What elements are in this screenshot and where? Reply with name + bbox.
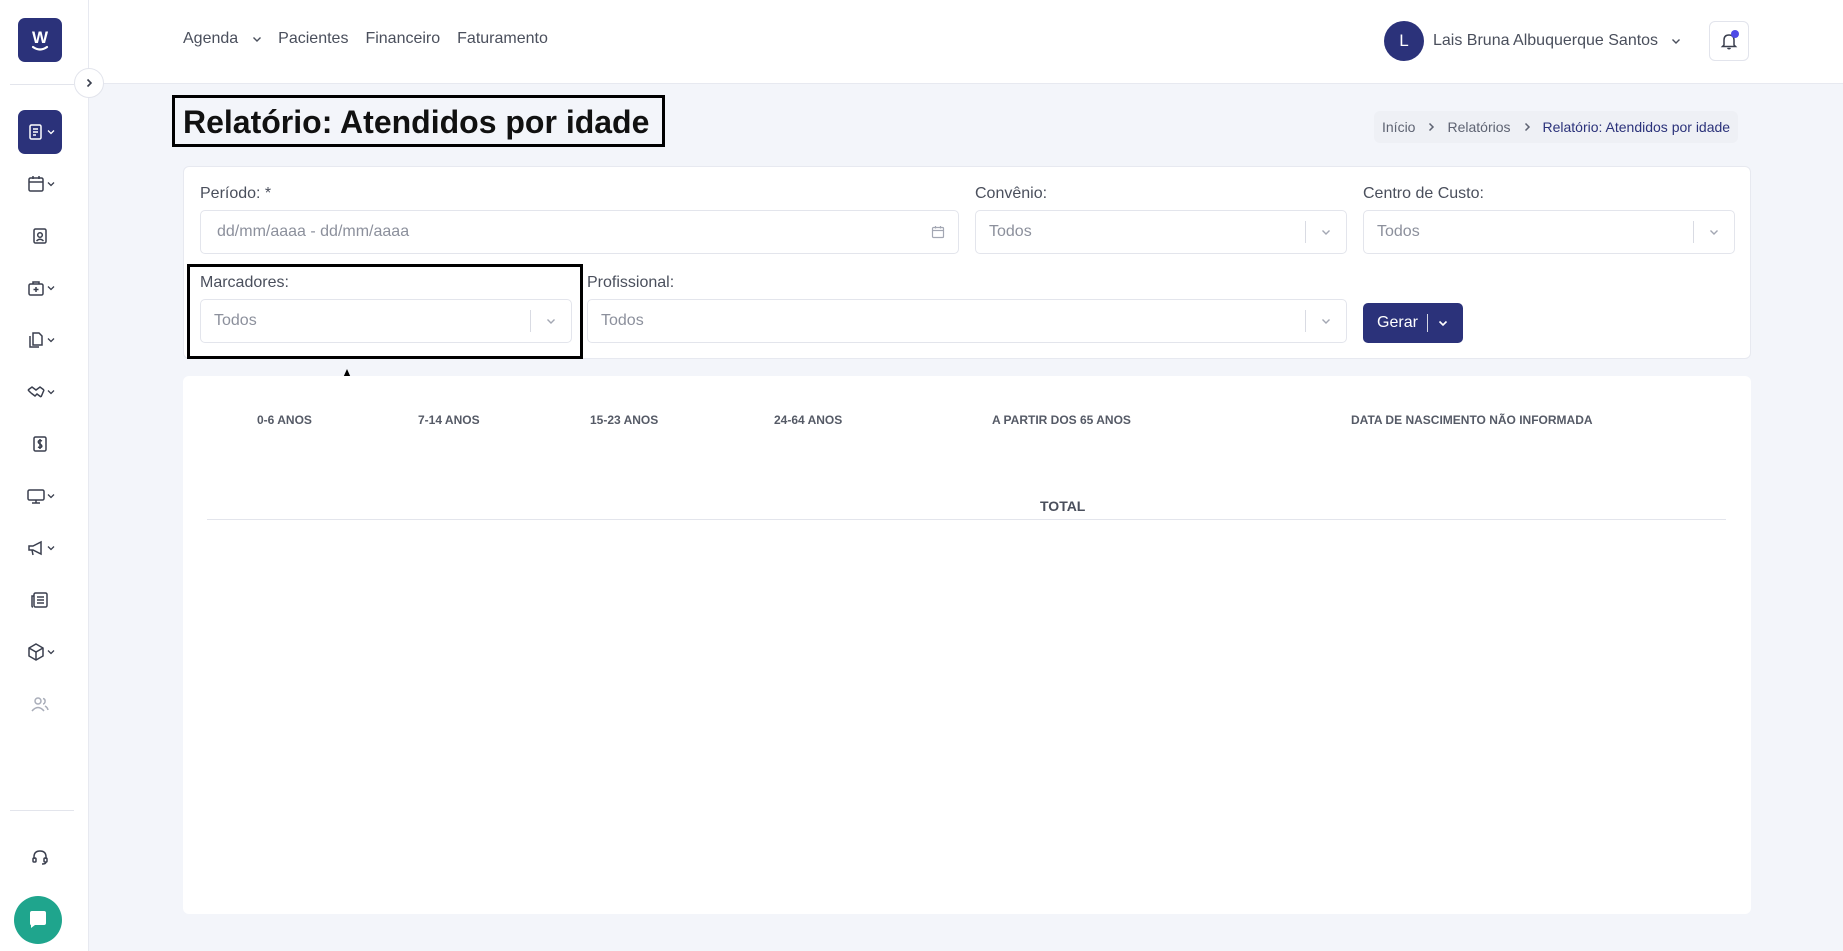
chevron-down-icon xyxy=(1306,315,1346,327)
calendar-icon xyxy=(918,225,958,239)
user-name: Lais Bruna Albuquerque Santos xyxy=(1433,32,1659,49)
chevron-right-icon xyxy=(1426,122,1436,132)
chat-icon xyxy=(30,911,46,928)
nav-pacientes[interactable]: Pacientes xyxy=(278,30,348,48)
medical-bag-icon xyxy=(27,281,44,296)
sidebar-divider xyxy=(10,84,74,85)
column-header: 15-23 ANOS xyxy=(590,413,659,427)
profissional-select[interactable]: Todos xyxy=(587,299,1347,343)
sidebar-item-documents[interactable] xyxy=(18,318,62,362)
user-menu[interactable]: L Lais Bruna Albuquerque Santos xyxy=(1384,21,1682,61)
logo-icon: W xyxy=(31,28,49,51)
nav-faturamento[interactable]: Faturamento xyxy=(457,30,548,48)
monitor-icon xyxy=(26,489,45,504)
breadcrumb: Início Relatórios Relatório: Atendidos p… xyxy=(1374,111,1739,143)
svg-text:W: W xyxy=(32,28,49,47)
patient-icon xyxy=(33,228,47,244)
chevron-down-icon xyxy=(47,286,54,291)
column-header: 0-6 ANOS xyxy=(257,413,312,427)
chevron-down-icon xyxy=(47,650,54,655)
notification-badge xyxy=(1731,30,1739,38)
chevron-down-icon xyxy=(47,546,54,551)
chevron-down-icon xyxy=(47,390,54,395)
gerar-label: Gerar xyxy=(1377,314,1418,331)
report-icon xyxy=(28,124,42,140)
chevron-down-icon xyxy=(47,338,54,343)
sidebar-item-news[interactable] xyxy=(18,578,62,622)
report-card xyxy=(183,376,1751,914)
nav-financeiro[interactable]: Financeiro xyxy=(365,30,440,48)
chevron-down-icon xyxy=(1670,35,1682,47)
avatar: L xyxy=(1384,21,1424,61)
box-icon xyxy=(27,643,44,661)
handshake-icon xyxy=(26,386,45,398)
sidebar-item-partners[interactable] xyxy=(18,370,62,414)
calendar-icon xyxy=(27,176,44,192)
breadcrumb-current: Relatório: Atendidos por idade xyxy=(1542,119,1731,135)
chevron-right-icon xyxy=(1522,122,1532,132)
button-separator xyxy=(1426,314,1428,332)
nav-agenda[interactable]: Agenda xyxy=(183,30,238,48)
top-bar: Agenda Pacientes Financeiro Faturamento … xyxy=(89,0,1843,84)
users-icon xyxy=(31,697,49,712)
sidebar-toggle-button[interactable] xyxy=(74,68,104,98)
sidebar-divider xyxy=(10,810,74,811)
chevron-right-icon xyxy=(86,78,93,88)
sidebar-item-users[interactable] xyxy=(18,682,62,726)
chevron-down-icon xyxy=(1306,226,1346,238)
sidebar-item-agenda[interactable] xyxy=(18,162,62,206)
marcadores-highlight-box xyxy=(187,264,583,359)
gerar-button[interactable]: Gerar xyxy=(1363,303,1463,343)
breadcrumb-home[interactable]: Início xyxy=(1382,119,1415,135)
sidebar-item-clinic[interactable] xyxy=(18,266,62,310)
sidebar-item-support[interactable] xyxy=(18,835,62,879)
chevron-down-icon xyxy=(1694,226,1734,238)
column-header: 7-14 ANOS xyxy=(418,413,480,427)
sidebar-item-finance[interactable] xyxy=(18,422,62,466)
chat-button[interactable] xyxy=(14,896,62,944)
column-header: DATA DE NASCIMENTO NÃO INFORMADA xyxy=(1351,413,1593,427)
documents-icon xyxy=(28,332,43,348)
convenio-select[interactable]: Todos xyxy=(975,210,1347,254)
sidebar-item-stock[interactable] xyxy=(18,630,62,674)
notifications-button[interactable] xyxy=(1709,21,1749,61)
chevron-down-icon xyxy=(47,130,54,135)
column-header: A PARTIR DOS 65 ANOS xyxy=(992,413,1131,427)
report-divider xyxy=(207,519,1726,520)
convenio-label: Convênio: xyxy=(975,185,1048,202)
sidebar: W xyxy=(0,0,89,951)
chevron-down-icon xyxy=(47,182,54,187)
periodo-label: Período: * xyxy=(200,185,272,202)
convenio-selected: Todos xyxy=(989,223,1032,240)
newspaper-icon xyxy=(31,592,48,608)
periodo-placeholder: dd/mm/aaaa - dd/mm/aaaa xyxy=(217,223,410,240)
profissional-selected: Todos xyxy=(601,312,644,329)
breadcrumb-reports[interactable]: Relatórios xyxy=(1447,119,1510,135)
centro-custo-selected: Todos xyxy=(1377,223,1420,240)
profissional-label: Profissional: xyxy=(587,274,675,291)
page-title: Relatório: Atendidos por idade xyxy=(183,104,650,140)
centro-custo-label: Centro de Custo: xyxy=(1363,185,1484,202)
sidebar-item-telemedicine[interactable] xyxy=(18,474,62,518)
chevron-down-icon xyxy=(47,494,54,499)
periodo-date-range-input[interactable]: dd/mm/aaaa - dd/mm/aaaa xyxy=(200,210,959,254)
chevron-down-icon[interactable] xyxy=(251,33,263,45)
sidebar-item-patients[interactable] xyxy=(18,214,62,258)
sidebar-item-reports[interactable] xyxy=(18,110,62,154)
total-label: TOTAL xyxy=(1040,498,1086,514)
logo[interactable]: W xyxy=(18,18,62,62)
dollar-icon xyxy=(33,436,47,452)
column-header: 24-64 ANOS xyxy=(774,413,843,427)
top-nav: Agenda Pacientes Financeiro Faturamento xyxy=(183,30,565,48)
centro-custo-select[interactable]: Todos xyxy=(1363,210,1735,254)
headset-icon xyxy=(32,850,48,865)
megaphone-icon xyxy=(27,540,42,556)
sidebar-item-marketing[interactable] xyxy=(18,526,62,570)
chevron-down-icon[interactable] xyxy=(1437,317,1449,329)
